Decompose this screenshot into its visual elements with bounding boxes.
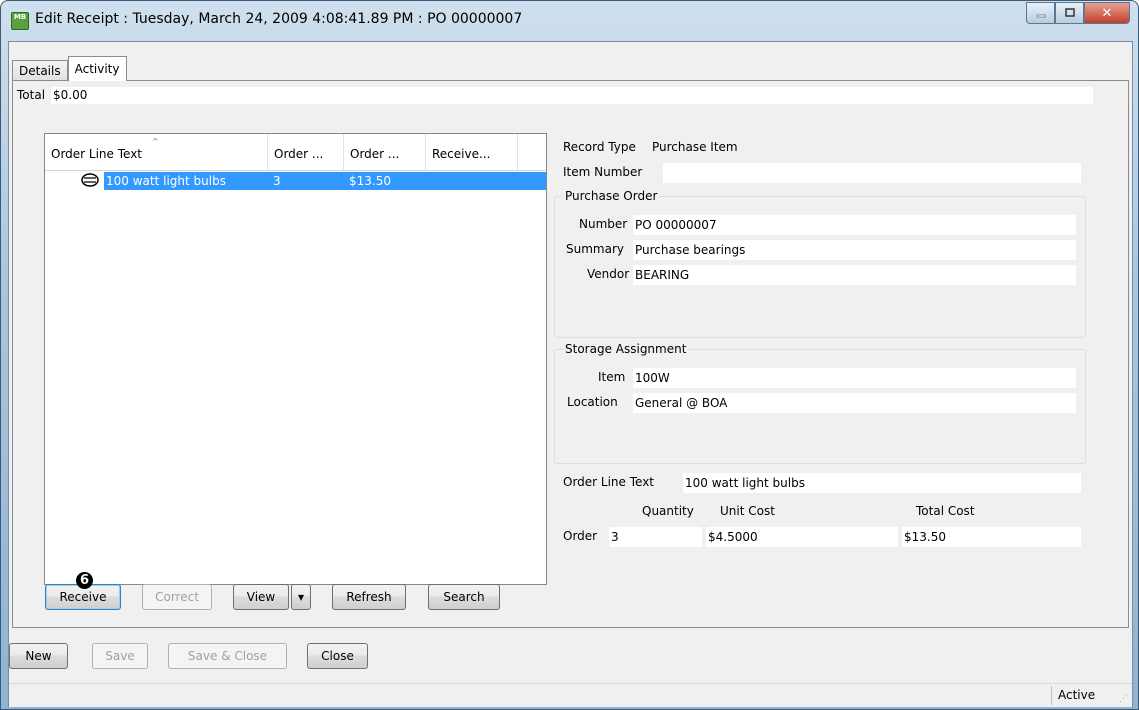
record-type-label: Record Type (563, 140, 636, 154)
po-number-label: Number (579, 217, 628, 231)
maximize-button[interactable] (1055, 2, 1084, 24)
column-received[interactable]: Receive... (426, 134, 518, 170)
refresh-button-label: Refresh (346, 590, 392, 604)
window-controls: ✕ (1026, 2, 1130, 24)
column-order-qty[interactable]: Order ... (268, 134, 344, 170)
maximize-icon (1064, 8, 1075, 17)
close-icon: ✕ (1101, 5, 1113, 21)
po-summary-value: Purchase bearings (633, 240, 1076, 260)
search-button-label: Search (443, 590, 485, 604)
column-order-cost[interactable]: Order ... (344, 134, 426, 170)
chevron-down-icon: ▾ (297, 590, 305, 604)
order-row-label: Order (563, 529, 598, 543)
new-button[interactable]: New (9, 643, 68, 669)
close-button-label: Close (321, 649, 354, 663)
item-number-field (663, 163, 1081, 183)
row-order-line-text: 100 watt light bulbs (106, 174, 226, 188)
save-button-label: Save (105, 649, 135, 663)
receive-button-label: Receive (59, 590, 107, 604)
close-window-button[interactable]: ✕ (1084, 2, 1130, 24)
total-label: Total (17, 88, 46, 102)
window-title: Edit Receipt : Tuesday, March 24, 2009 4… (35, 11, 523, 27)
storage-assignment-group: Storage Assignment Item 100W Location Ge… (554, 342, 1086, 464)
po-number-value: PO 00000007 (633, 215, 1076, 235)
close-button[interactable]: Close (307, 643, 368, 669)
correct-button[interactable]: Correct (142, 584, 212, 610)
po-vendor-value: BEARING (633, 265, 1076, 285)
row-order-qty: 3 (273, 174, 281, 188)
package-icon (81, 173, 99, 187)
storage-location-value: General @ BOA (633, 393, 1076, 413)
status-bar: Active ⋰ (9, 683, 1132, 707)
storage-assignment-title: Storage Assignment (563, 342, 689, 356)
minimize-button[interactable] (1026, 2, 1055, 24)
activity-panel: Total $0.00 Order Line Text ^ Order ... … (12, 80, 1129, 628)
search-button[interactable]: Search (428, 584, 500, 610)
app-window: MB Edit Receipt : Tuesday, March 24, 200… (0, 0, 1139, 710)
record-type-value: Purchase Item (652, 140, 738, 154)
purchase-order-group: Purchase Order Number PO 00000007 Summar… (554, 189, 1086, 338)
correct-button-label: Correct (155, 590, 199, 604)
view-dropdown-button[interactable]: ▾ (291, 584, 311, 610)
quantity-header: Quantity (642, 504, 694, 518)
order-line-text-label: Order Line Text (563, 475, 655, 489)
order-lines-list[interactable]: Order Line Text ^ Order ... Order ... Re… (44, 133, 547, 585)
storage-location-label: Location (567, 395, 618, 409)
tab-activity[interactable]: Activity (67, 56, 127, 81)
refresh-button[interactable]: Refresh (332, 584, 406, 610)
step-number-badge: 6 (76, 572, 93, 589)
view-button[interactable]: View (233, 584, 289, 610)
list-header: Order Line Text ^ Order ... Order ... Re… (45, 134, 546, 171)
total-cost-header: Total Cost (916, 504, 975, 518)
client-area: Details Activity Total $0.00 Order Line … (8, 41, 1133, 707)
app-icon[interactable]: MB (11, 12, 29, 30)
item-number-label: Item Number (563, 165, 643, 179)
save-close-button[interactable]: Save & Close (168, 643, 287, 669)
order-line-text-value: 100 watt light bulbs (683, 473, 1081, 493)
purchase-order-title: Purchase Order (563, 189, 660, 203)
row-order-cost: $13.50 (349, 174, 391, 188)
po-summary-label: Summary (566, 242, 624, 256)
title-bar[interactable]: MB Edit Receipt : Tuesday, March 24, 200… (1, 1, 1138, 41)
tab-strip: Details Activity (12, 56, 127, 81)
storage-item-value: 100W (633, 368, 1076, 388)
tab-details[interactable]: Details (12, 60, 68, 81)
po-vendor-label: Vendor (587, 267, 630, 281)
selected-row-highlight: 100 watt light bulbs 3 $13.50 (104, 172, 546, 190)
save-close-button-label: Save & Close (187, 649, 268, 663)
minimize-icon (1036, 14, 1045, 18)
storage-item-label: Item (598, 370, 626, 384)
order-quantity-value: 3 (609, 527, 702, 547)
total-field: $0.00 (51, 87, 1093, 104)
order-total-cost-value: $13.50 (902, 527, 1081, 547)
status-text: Active (1051, 686, 1112, 705)
save-button[interactable]: Save (92, 643, 148, 669)
sort-ascending-icon: ^ (152, 137, 159, 146)
unit-cost-header: Unit Cost (720, 504, 775, 518)
new-button-label: New (25, 649, 52, 663)
view-button-label: View (246, 590, 276, 604)
order-unit-cost-value: $4.5000 (706, 527, 898, 547)
resize-grip-icon[interactable]: ⋰ (1119, 694, 1129, 704)
list-item[interactable]: 100 watt light bulbs 3 $13.50 (45, 172, 546, 190)
